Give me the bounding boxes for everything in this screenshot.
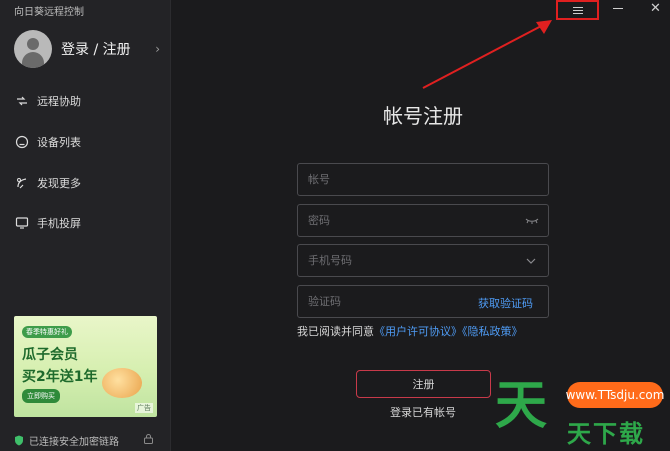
- register-button[interactable]: 注册: [356, 370, 491, 398]
- lock-icon[interactable]: [143, 433, 154, 444]
- watermark-url: www.TTsdju.com: [566, 382, 664, 408]
- ad-label: 广告: [135, 403, 153, 413]
- license-link[interactable]: 《用户许可协议》: [374, 325, 462, 338]
- sidebar-item-discover[interactable]: 发现更多: [14, 173, 81, 193]
- shield-icon: [15, 435, 23, 446]
- agreement-text: 我已阅读并同意《用户许可协议》《隐私政策》: [297, 323, 523, 339]
- remote-assist-icon: [14, 93, 30, 109]
- minimize-button[interactable]: [613, 8, 623, 9]
- avatar: [14, 30, 52, 68]
- watermark-big-char: 天: [495, 376, 548, 436]
- app-title: 向日葵远程控制: [14, 7, 84, 18]
- menu-button[interactable]: [556, 0, 599, 20]
- sidebar-item-screen-mirror[interactable]: 手机投屏: [14, 213, 81, 233]
- secure-connection-status: 已连接安全加密链路: [14, 433, 119, 448]
- watermark-logo: 天 www.TTsdju.com 天下载: [495, 380, 670, 451]
- planet-illustration: [102, 368, 142, 398]
- password-field[interactable]: [297, 204, 549, 237]
- get-code-button[interactable]: 获取验证码: [478, 295, 533, 311]
- login-register-entry[interactable]: 登录 / 注册 ›: [14, 30, 164, 68]
- verification-code-field[interactable]: 获取验证码: [297, 285, 549, 318]
- promo-subtitle: 买2年送1年: [22, 369, 98, 385]
- chevron-down-icon[interactable]: [526, 257, 536, 265]
- sidebar-item-label: 设备列表: [37, 136, 81, 149]
- device-list-icon: [14, 134, 30, 150]
- promo-title: 瓜子会员: [22, 347, 78, 363]
- promo-buy-button[interactable]: 立即购买: [22, 389, 60, 403]
- close-button[interactable]: ✕: [650, 1, 661, 16]
- login-existing-link[interactable]: 登录已有帐号: [390, 404, 456, 420]
- user-label: 登录 / 注册: [61, 42, 131, 58]
- account-input[interactable]: [308, 173, 538, 186]
- phone-input[interactable]: [308, 254, 538, 267]
- sidebar-item-label: 手机投屏: [37, 217, 81, 230]
- sidebar: 向日葵远程控制 登录 / 注册 › 远程协助 设备列表 发现更多 手机投屏 春季…: [0, 0, 171, 451]
- sidebar-item-label: 发现更多: [37, 177, 81, 190]
- promo-tag: 春季特惠好礼: [22, 326, 72, 338]
- account-field[interactable]: [297, 163, 549, 196]
- sidebar-item-remote-assist[interactable]: 远程协助: [14, 91, 81, 111]
- privacy-link[interactable]: 《隐私政策》: [462, 325, 523, 338]
- red-arrow-annotation: [422, 20, 552, 89]
- screen-mirror-icon: [14, 215, 30, 231]
- password-input[interactable]: [308, 214, 538, 227]
- discover-icon: [14, 175, 30, 191]
- sidebar-item-label: 远程协助: [37, 95, 81, 108]
- hamburger-icon: [572, 6, 583, 14]
- watermark-text: 天下载: [567, 420, 645, 448]
- agreement-prefix: 我已阅读并同意: [297, 325, 374, 338]
- chevron-right-icon: ›: [155, 42, 160, 56]
- promo-banner[interactable]: 春季特惠好礼 瓜子会员 买2年送1年 立即购买 广告: [14, 316, 157, 417]
- sidebar-item-device-list[interactable]: 设备列表: [14, 132, 81, 152]
- page-title: 帐号注册: [383, 104, 463, 128]
- phone-field[interactable]: [297, 244, 549, 277]
- secure-text: 已连接安全加密链路: [29, 437, 119, 448]
- eye-closed-icon[interactable]: [525, 216, 539, 226]
